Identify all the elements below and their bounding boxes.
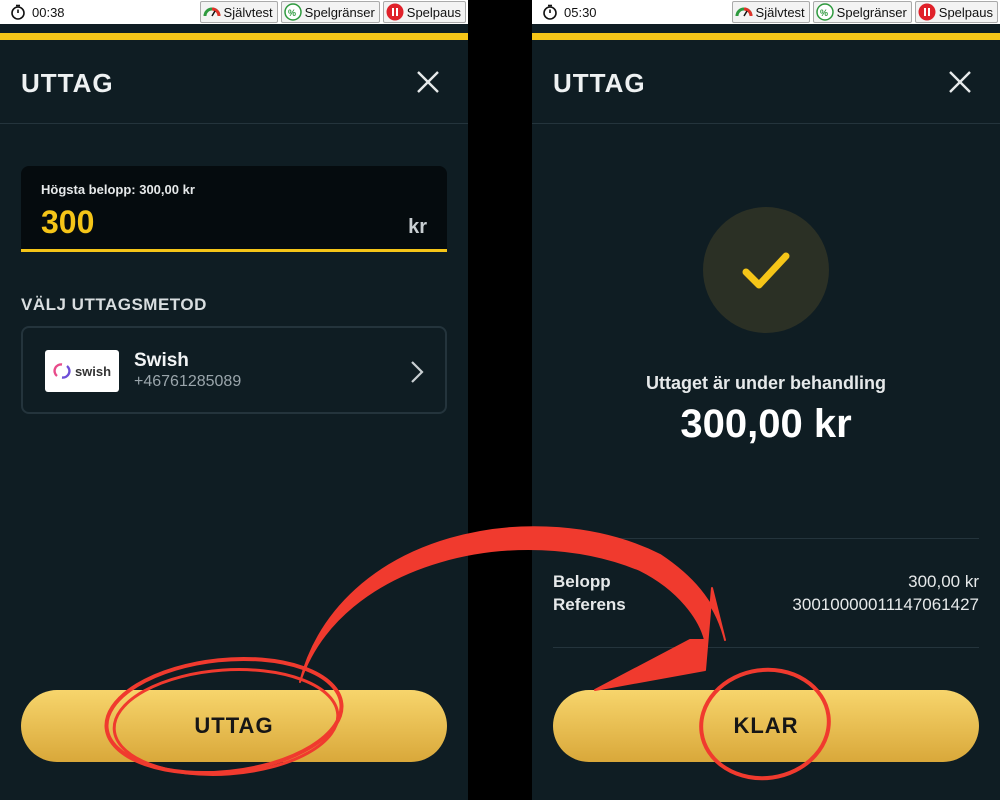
game-limits-button[interactable]: % Spelgränser [280,1,380,23]
swish-logo: swish [45,350,119,392]
method-phone: +46761285089 [134,373,242,390]
self-test-button[interactable]: Självtest [199,1,278,23]
close-button[interactable] [948,70,972,94]
timer-text: 05:30 [564,4,597,20]
accent-bar [0,33,468,40]
withdraw-confirmation-screen: 05:30 Självtest % Spelgränser Spelpaus U… [532,0,1000,800]
accent-bar [532,33,1000,40]
gauge-icon [735,7,753,17]
withdraw-button[interactable]: UTTAG [21,690,447,762]
status-bar: 05:30 Självtest % Spelgränser Spelpaus [532,0,1000,24]
withdraw-method-swish[interactable]: swish Swish +46761285089 [21,326,447,414]
game-pause-button[interactable]: Spelpaus [914,1,998,23]
swish-logo-text: swish [74,363,112,379]
modal-header: UTTAG [532,40,1000,124]
game-pause-label: Spelpaus [938,4,993,20]
amount-value[interactable]: 300 [41,204,94,241]
game-limits-button[interactable]: % Spelgränser [812,1,912,23]
done-button[interactable]: KLAR [553,690,979,762]
limits-icon: % [815,3,834,21]
session-timer: 05:30 [542,4,597,20]
svg-text:%: % [288,8,296,18]
timer-text: 00:38 [32,4,65,20]
close-icon [417,71,439,93]
status-message: Uttaget är under behandling [645,373,886,393]
divider [553,538,979,539]
pause-icon [386,3,404,21]
checkmark-icon [742,252,790,289]
svg-text:%: % [820,8,828,18]
withdraw-screen: 00:38 Självtest % Spelgränser Spelpaus U… [0,0,468,800]
stopwatch-icon [11,4,25,20]
close-icon [949,71,971,93]
section-title: VÄLJ UTTAGSMETOD [21,295,207,314]
status-bar: 00:38 Självtest % Spelgränser Spelpaus [0,0,468,24]
detail-value: 300,00 kr [908,572,979,591]
self-test-label: Självtest [223,4,273,20]
close-button[interactable] [416,70,440,94]
detail-label: Belopp [553,572,611,591]
success-badge [703,207,829,333]
divider [553,647,979,648]
modal-header: UTTAG [0,40,468,124]
limits-icon: % [283,3,302,21]
chevron-right-icon [409,360,425,384]
amount-input[interactable]: Högsta belopp: 300,00 kr 300 kr [21,166,447,252]
withdrawn-amount: 300,00 kr [680,402,852,446]
detail-label: Referens [553,595,626,614]
method-name: Swish [134,350,189,371]
game-limits-label: Spelgränser [304,4,375,20]
game-limits-label: Spelgränser [836,4,907,20]
session-timer: 00:38 [10,4,65,20]
game-pause-label: Spelpaus [406,4,461,20]
pause-icon [918,3,936,21]
self-test-button[interactable]: Självtest [731,1,810,23]
game-pause-button[interactable]: Spelpaus [382,1,466,23]
max-amount-label: Högsta belopp: 300,00 kr [41,182,195,197]
stopwatch-icon [543,4,557,20]
amount-currency: kr [408,216,427,238]
page-title: UTTAG [553,68,646,98]
swish-icon [53,363,71,379]
gauge-icon [203,7,221,17]
self-test-label: Självtest [755,4,805,20]
page-title: UTTAG [21,68,114,98]
detail-value: 3001000001114706142​7 [792,595,979,614]
